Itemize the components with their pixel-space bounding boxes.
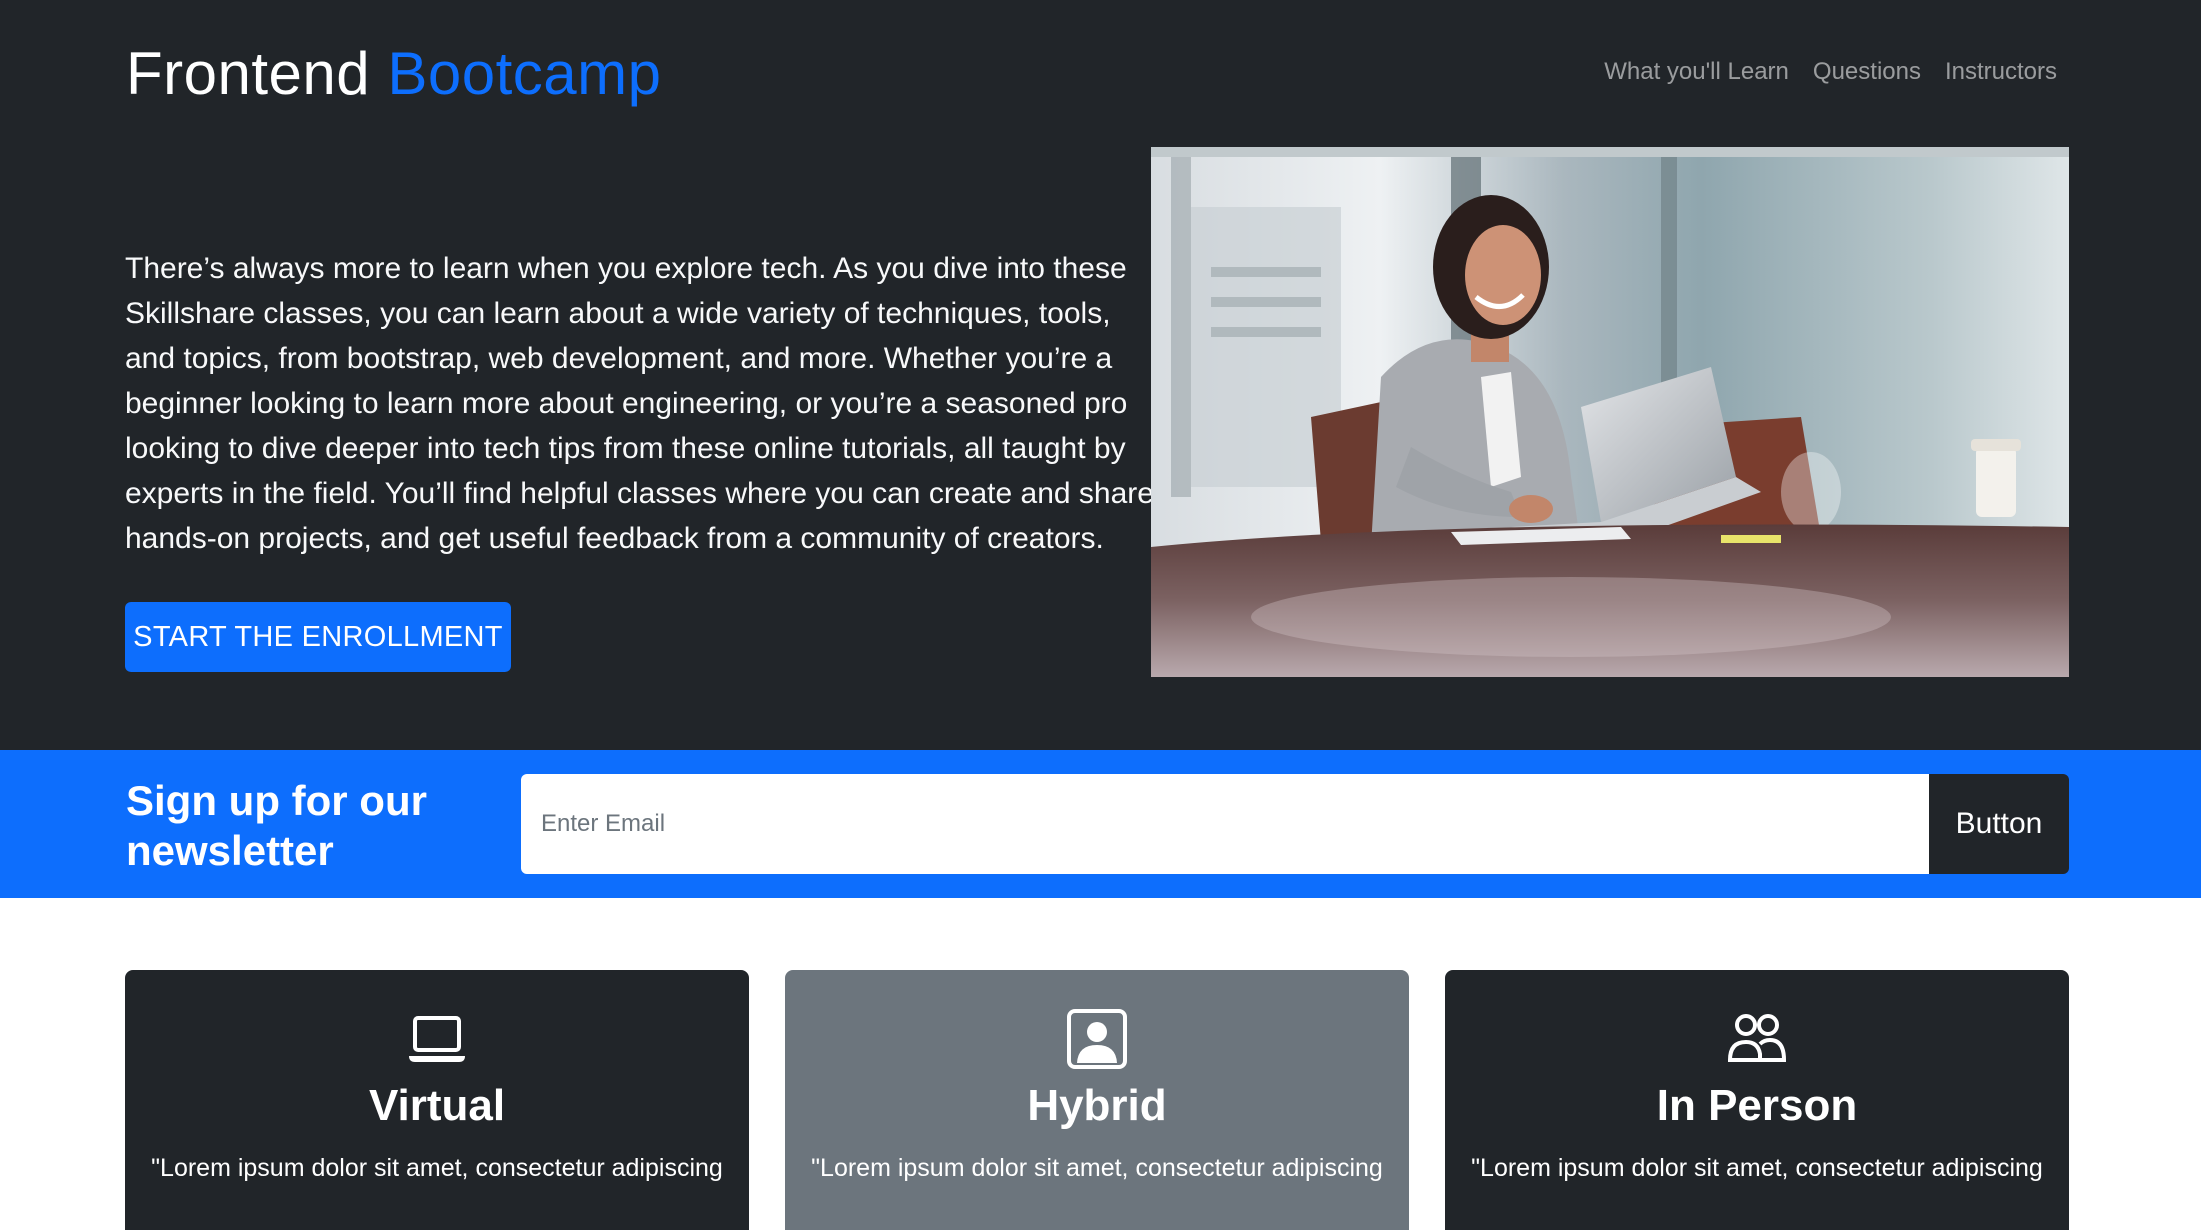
brand-accent-text: Bootcamp bbox=[387, 40, 662, 107]
hero-section: Frontend Bootcamp What you'll Learn Ques… bbox=[0, 0, 2201, 750]
nav-link-questions[interactable]: Questions bbox=[1813, 56, 1921, 88]
card-virtual: Virtual "Lorem ipsum dolor sit amet, con… bbox=[125, 970, 749, 1230]
learning-options-section: Virtual "Lorem ipsum dolor sit amet, con… bbox=[0, 898, 2201, 1230]
card-text: "Lorem ipsum dolor sit amet, consectetur… bbox=[1471, 1154, 2043, 1182]
card-title: In Person bbox=[1656, 1081, 1858, 1130]
newsletter-submit-button[interactable]: Button bbox=[1929, 774, 2069, 874]
card-hybrid: Hybrid "Lorem ipsum dolor sit amet, cons… bbox=[785, 970, 1409, 1230]
hero-description: There’s always more to learn when you ex… bbox=[125, 252, 1154, 555]
card-text: "Lorem ipsum dolor sit amet, consectetur… bbox=[151, 1154, 723, 1182]
top-nav: What you'll Learn Questions Instructors bbox=[1604, 56, 2057, 88]
newsletter-section: Sign up for our newsletter Button bbox=[0, 750, 2201, 898]
people-icon bbox=[1726, 1008, 1788, 1070]
card-in-person: In Person "Lorem ipsum dolor sit amet, c… bbox=[1445, 970, 2069, 1230]
brand-primary-text: Frontend bbox=[126, 40, 371, 107]
person-square-icon bbox=[1066, 1008, 1128, 1070]
nav-link-what-youll-learn[interactable]: What you'll Learn bbox=[1604, 56, 1789, 88]
hero-photo bbox=[1151, 147, 2069, 677]
brand-logo[interactable]: Frontend Bootcamp bbox=[126, 38, 661, 110]
laptop-icon bbox=[406, 1008, 468, 1070]
start-enrollment-button[interactable]: START THE ENROLLMENT bbox=[125, 602, 511, 672]
card-title: Virtual bbox=[368, 1081, 506, 1130]
email-field[interactable] bbox=[521, 774, 1929, 874]
card-title: Hybrid bbox=[1027, 1081, 1167, 1130]
newsletter-title: Sign up for our newsletter bbox=[126, 777, 427, 874]
card-text: "Lorem ipsum dolor sit amet, consectetur… bbox=[811, 1154, 1383, 1182]
nav-link-instructors[interactable]: Instructors bbox=[1945, 56, 2057, 88]
